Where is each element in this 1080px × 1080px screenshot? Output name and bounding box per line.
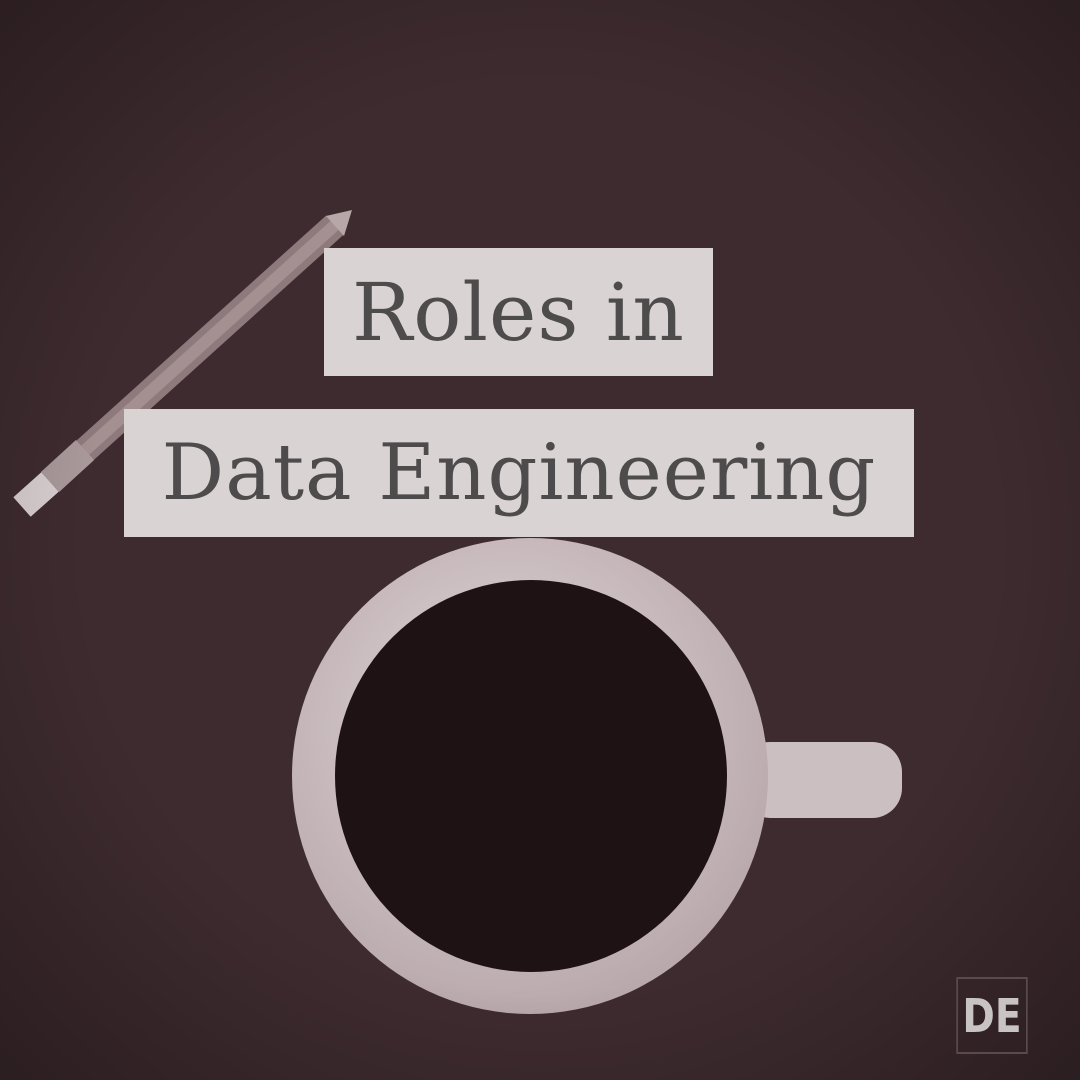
title-line-2: Data Engineering — [124, 409, 914, 537]
de-logo: DE — [956, 977, 1028, 1054]
background-photo — [0, 0, 1080, 1080]
title-line-1: Roles in — [324, 248, 713, 376]
